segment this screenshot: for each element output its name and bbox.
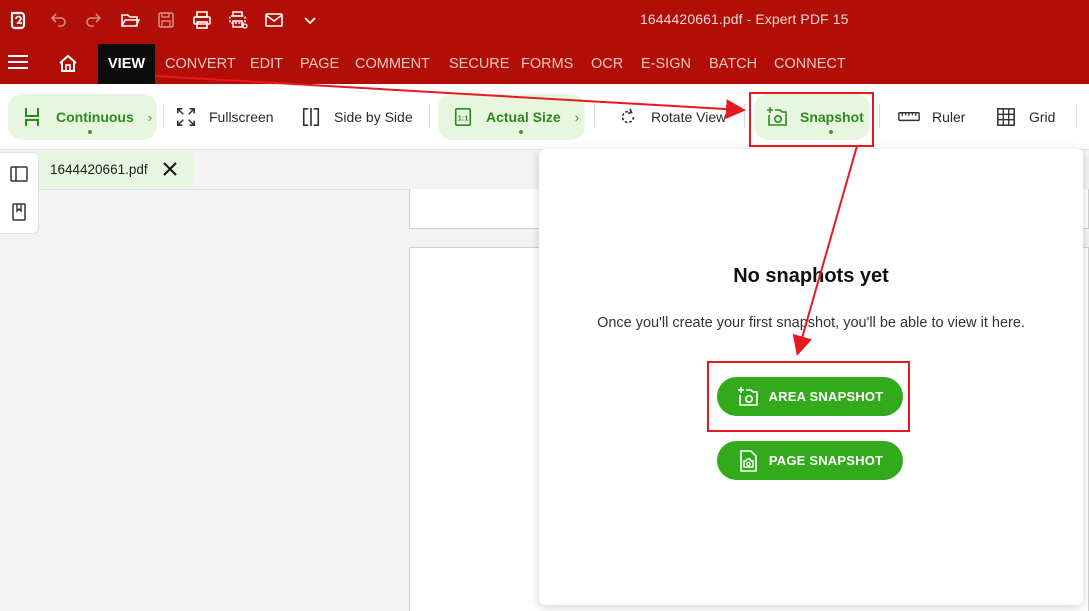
ribbon-divider: [744, 104, 745, 128]
close-icon[interactable]: [161, 160, 179, 178]
highlight-box-area-snapshot: [707, 361, 910, 432]
fullscreen-label: Fullscreen: [209, 109, 274, 125]
chevron-down-icon[interactable]: [297, 7, 323, 33]
side-by-side-icon: [300, 106, 322, 128]
app-logo-icon[interactable]: [5, 7, 31, 33]
bookmark-icon[interactable]: [10, 203, 28, 221]
menu-tab-convert[interactable]: CONVERT: [165, 40, 236, 84]
grid-icon: [995, 106, 1017, 128]
ribbon-divider: [429, 104, 430, 128]
side-by-side-button[interactable]: Side by Side: [300, 94, 420, 140]
actual-size-label: Actual Size: [486, 109, 561, 125]
ribbon-divider: [1076, 104, 1077, 128]
chevron-right-icon[interactable]: ›: [575, 110, 579, 125]
title-bar: 1644420661.pdf - Expert PDF 15: [0, 0, 1089, 40]
rotate-view-label: Rotate View: [651, 109, 727, 125]
email-icon[interactable]: [261, 7, 287, 33]
sidebar-toggle-icon[interactable]: [10, 165, 28, 183]
redo-icon[interactable]: [81, 7, 107, 33]
view-ribbon: Continuous › Fullscreen Side by Side 1:1…: [0, 84, 1089, 150]
menu-bar: VIEW CONVERT EDIT PAGE COMMENT SECURE FO…: [0, 40, 1089, 88]
side-by-side-label: Side by Side: [334, 109, 413, 125]
menu-tab-page[interactable]: PAGE: [300, 40, 339, 84]
ruler-icon: [898, 106, 920, 128]
menu-tab-connect[interactable]: CONNECT: [774, 40, 846, 84]
save-icon[interactable]: [153, 7, 179, 33]
continuous-icon: [22, 106, 44, 128]
print-settings-icon[interactable]: [225, 7, 251, 33]
left-tool-panel: [0, 152, 39, 234]
menu-tab-forms[interactable]: FORMS: [521, 40, 573, 84]
menu-tab-view[interactable]: VIEW: [98, 44, 156, 88]
menu-tab-edit[interactable]: EDIT: [250, 40, 283, 84]
continuous-label: Continuous: [56, 109, 134, 125]
print-icon[interactable]: [189, 7, 215, 33]
svg-text:1:1: 1:1: [458, 114, 469, 123]
grid-button[interactable]: Grid: [995, 94, 1065, 140]
document-tab-name: 1644420661.pdf: [50, 162, 148, 177]
undo-icon[interactable]: [45, 7, 71, 33]
menu-tab-batch[interactable]: BATCH: [709, 40, 757, 84]
active-indicator: [519, 130, 523, 134]
ribbon-divider: [594, 104, 595, 128]
rotate-view-button[interactable]: Rotate View: [617, 94, 735, 140]
snapshot-panel-message: Once you'll create your first snapshot, …: [597, 315, 1025, 331]
fullscreen-button[interactable]: Fullscreen: [175, 94, 285, 140]
menu-tab-esign[interactable]: E-SIGN: [641, 40, 691, 84]
menu-tab-ocr[interactable]: OCR: [591, 40, 623, 84]
menu-tab-secure[interactable]: SECURE: [449, 40, 509, 84]
actual-size-icon: 1:1: [452, 106, 474, 128]
active-indicator: [88, 130, 92, 134]
fullscreen-icon: [175, 106, 197, 128]
ruler-label: Ruler: [932, 109, 966, 125]
highlight-box-snapshot: [749, 92, 874, 147]
page-snapshot-label: PAGE SNAPSHOT: [768, 453, 884, 468]
actual-size-button[interactable]: 1:1 Actual Size ›: [438, 94, 585, 140]
chevron-right-icon[interactable]: ›: [148, 110, 152, 125]
ruler-button[interactable]: Ruler: [898, 94, 978, 140]
menu-tab-comment[interactable]: COMMENT: [355, 40, 430, 84]
grid-label: Grid: [1029, 109, 1056, 125]
open-folder-icon[interactable]: [117, 7, 143, 33]
continuous-button[interactable]: Continuous ›: [8, 94, 157, 140]
ribbon-divider: [163, 104, 164, 128]
snapshot-panel-title: No snaphots yet: [733, 265, 889, 287]
rotate-icon: [617, 106, 639, 128]
hamburger-menu-icon[interactable]: [8, 55, 28, 69]
window-title: 1644420661.pdf - Expert PDF 15: [640, 11, 849, 27]
page-camera-icon: [740, 449, 757, 472]
page-snapshot-button[interactable]: PAGE SNAPSHOT: [717, 441, 903, 480]
home-icon[interactable]: [57, 52, 79, 74]
document-tab[interactable]: 1644420661.pdf: [39, 152, 193, 188]
ribbon-divider: [879, 104, 880, 128]
